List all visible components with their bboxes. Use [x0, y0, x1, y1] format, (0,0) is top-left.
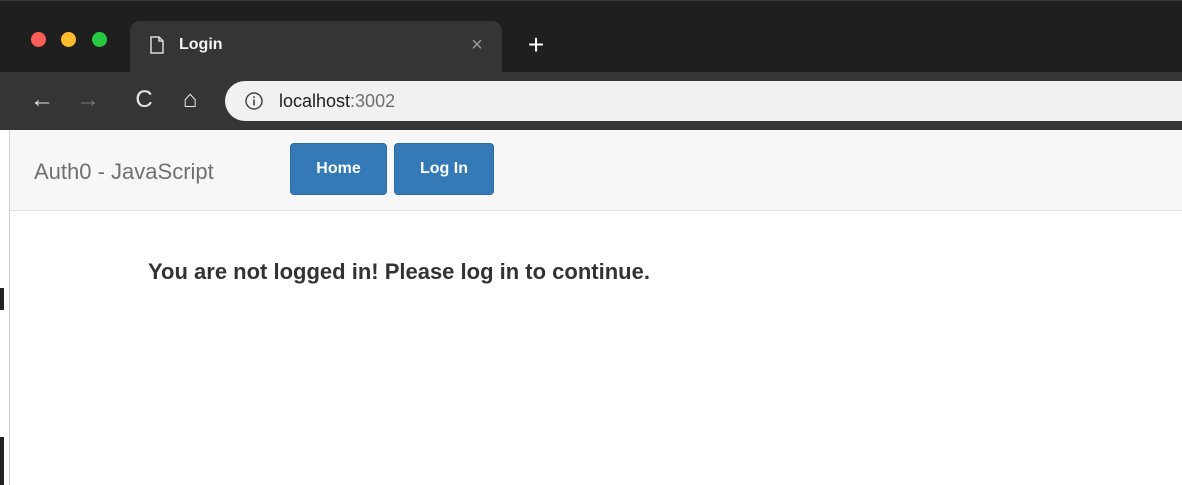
address-bar[interactable]: localhost:3002	[225, 81, 1182, 121]
new-tab-icon[interactable]: +	[524, 31, 548, 59]
browser-toolbar: ← → C ⌂ localhost:3002	[0, 72, 1182, 130]
home-button[interactable]: Home	[290, 143, 387, 195]
browser-tab-active[interactable]: Login ×	[130, 21, 502, 73]
url-port: :3002	[350, 91, 396, 111]
login-required-message: You are not logged in! Please log in to …	[148, 259, 650, 284]
browser-tab-bar: Login × +	[0, 0, 1182, 73]
window-minimize-button[interactable]	[61, 32, 76, 47]
app-navbar: Auth0 - JavaScript Home Log In	[10, 130, 1182, 211]
back-arrow-icon[interactable]: ←	[30, 86, 54, 114]
url-host: localhost	[279, 91, 351, 111]
log-in-button[interactable]: Log In	[394, 143, 494, 195]
window-zoom-button[interactable]	[92, 32, 107, 47]
home-icon[interactable]: ⌂	[178, 86, 202, 114]
main-content: You are not logged in! Please log in to …	[148, 259, 650, 285]
left-edge-marker	[0, 288, 4, 310]
tab-title: Login	[179, 36, 223, 53]
reload-icon[interactable]: C	[132, 86, 156, 114]
left-edge-marker	[0, 437, 4, 485]
url-text: localhost:3002	[279, 91, 395, 112]
brand-title[interactable]: Auth0 - JavaScript	[34, 159, 214, 185]
page-icon	[150, 36, 164, 54]
close-tab-icon[interactable]: ×	[467, 35, 487, 55]
info-icon[interactable]	[244, 91, 264, 111]
window-close-button[interactable]	[31, 32, 46, 47]
forward-arrow-icon[interactable]: →	[76, 86, 100, 114]
